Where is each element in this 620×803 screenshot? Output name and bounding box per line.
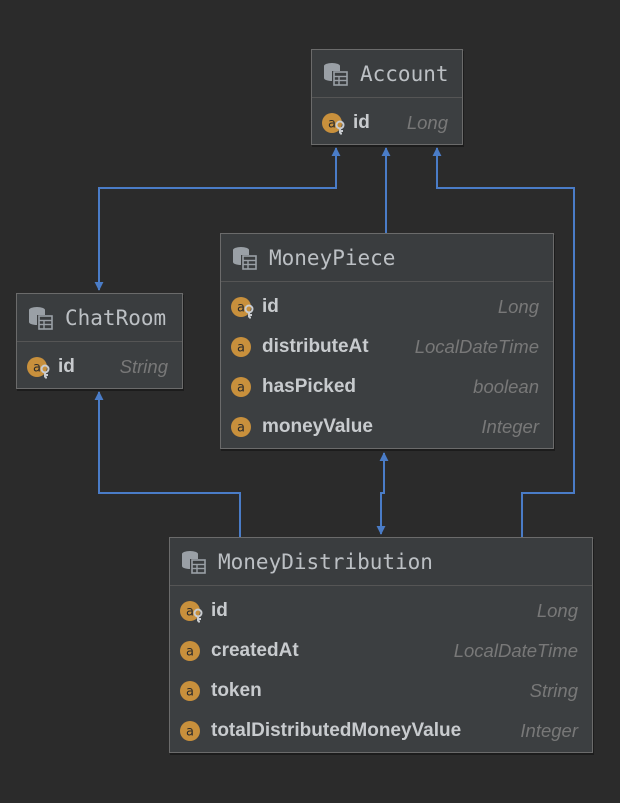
svg-text:a: a	[237, 301, 245, 316]
entity-title: MoneyDistribution	[218, 549, 433, 574]
field-row: a id String	[17, 347, 182, 387]
field-row: a token String	[170, 671, 592, 711]
entity-moneypiece[interactable]: MoneyPiece a id Long a distributeAt Loca…	[220, 233, 554, 449]
field-name: moneyValue	[262, 416, 373, 437]
database-table-icon	[29, 306, 53, 330]
field-row: a distributeAt LocalDateTime	[221, 327, 553, 367]
field-row: a createdAt LocalDateTime	[170, 631, 592, 671]
field-type: Integer	[520, 720, 578, 741]
entity-header: ChatRoom	[17, 294, 182, 342]
attribute-icon: a	[180, 721, 200, 741]
field-type: Integer	[481, 416, 539, 437]
entity-title: MoneyPiece	[269, 245, 396, 270]
svg-text:a: a	[186, 645, 194, 660]
field-type: String	[119, 356, 168, 377]
field-type: Long	[497, 296, 539, 317]
field-type: String	[529, 680, 578, 701]
svg-text:a: a	[237, 341, 245, 356]
field-name: id	[211, 600, 228, 621]
field-name: id	[262, 296, 279, 317]
svg-text:a: a	[186, 725, 194, 740]
attribute-key-icon: a	[231, 297, 254, 319]
attribute-key-icon: a	[322, 113, 345, 135]
field-row: a id Long	[312, 103, 462, 143]
field-name: id	[353, 112, 370, 133]
field-row: a totalDistributedMoneyValue Integer	[170, 711, 592, 751]
attribute-key-icon: a	[180, 601, 203, 623]
attribute-icon: a	[231, 417, 251, 437]
field-name: hasPicked	[262, 376, 356, 397]
svg-text:a: a	[186, 685, 194, 700]
attribute-icon: a	[231, 377, 251, 397]
entity-chatroom[interactable]: ChatRoom a id String	[16, 293, 183, 389]
field-row: a id Long	[221, 287, 553, 327]
field-row: a moneyValue Integer	[221, 407, 553, 447]
entity-header: Account	[312, 50, 462, 98]
entity-title: ChatRoom	[65, 305, 167, 330]
attribute-icon: a	[231, 337, 251, 357]
svg-text:a: a	[186, 605, 194, 620]
database-table-icon	[182, 550, 206, 574]
entity-header: MoneyDistribution	[170, 538, 592, 586]
field-name: distributeAt	[262, 336, 369, 357]
entity-moneydistribution[interactable]: MoneyDistribution a id Long a createdAt …	[169, 537, 593, 753]
database-table-icon	[324, 62, 348, 86]
attribute-key-icon: a	[27, 357, 50, 379]
field-type: LocalDateTime	[414, 336, 539, 357]
field-type: boolean	[473, 376, 539, 397]
field-row: a id Long	[170, 591, 592, 631]
edge-distribution-chatroom	[94, 391, 241, 537]
attribute-icon: a	[180, 641, 200, 661]
database-table-icon	[233, 246, 257, 270]
attribute-icon: a	[180, 681, 200, 701]
field-type: Long	[536, 600, 578, 621]
entity-title: Account	[360, 61, 449, 86]
field-name: totalDistributedMoneyValue	[211, 720, 462, 741]
svg-text:a: a	[328, 117, 336, 132]
field-name: id	[58, 356, 75, 377]
field-name: token	[211, 680, 262, 701]
field-type: LocalDateTime	[453, 640, 578, 661]
svg-text:a: a	[33, 361, 41, 376]
field-type: Long	[406, 112, 448, 133]
entity-account[interactable]: Account a id Long	[311, 49, 463, 145]
edge-distribution-moneypiece	[376, 452, 389, 535]
entity-header: MoneyPiece	[221, 234, 553, 282]
svg-text:a: a	[237, 381, 245, 396]
field-name: createdAt	[211, 640, 299, 661]
svg-text:a: a	[237, 421, 245, 436]
field-row: a hasPicked boolean	[221, 367, 553, 407]
